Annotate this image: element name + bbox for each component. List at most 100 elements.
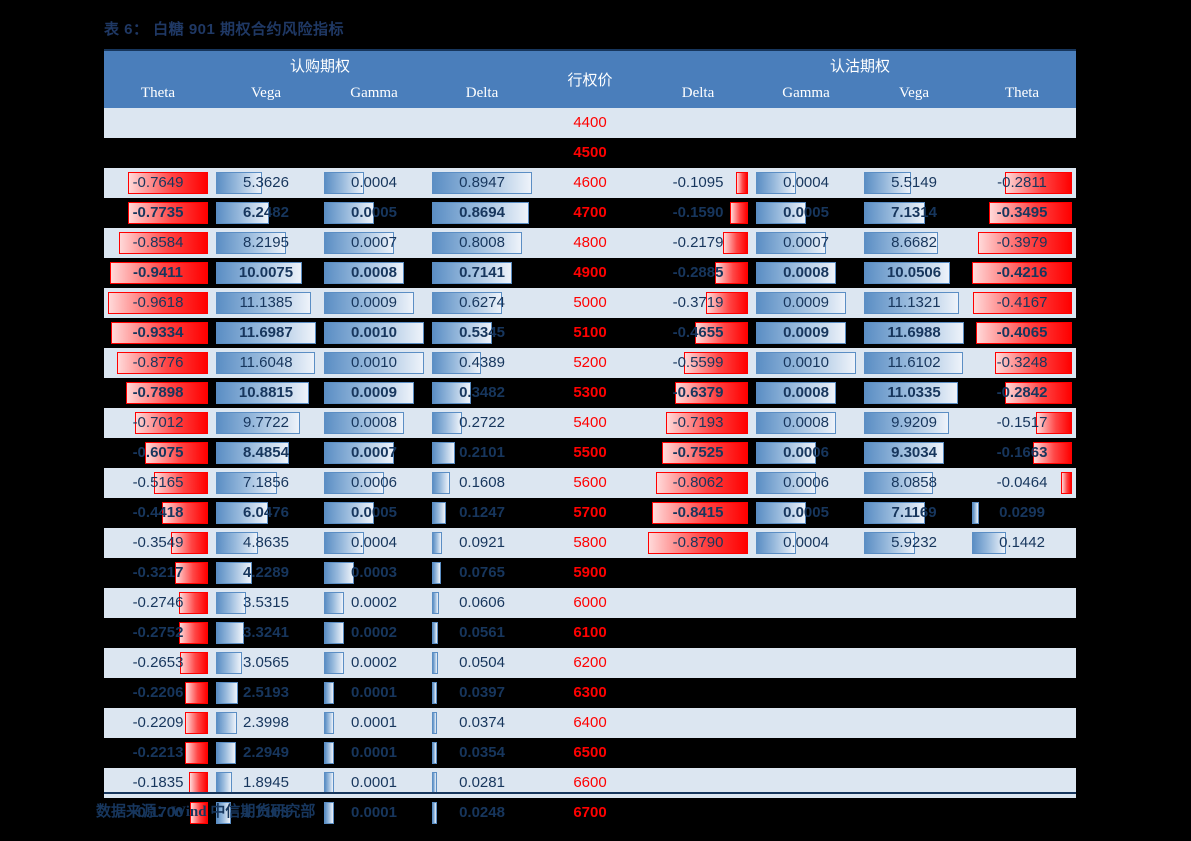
cell-value: 6.0476 [243,504,289,521]
cell-call-vega: 2.5193 [212,678,320,708]
cell-call-vega: 6.2482 [212,198,320,228]
cell-put-vega: 10.0506 [860,258,969,288]
strike-value: 5400 [573,414,607,431]
cell-strike: 5300 [536,378,645,408]
cell-value: 0.0504 [459,654,505,671]
cell-value: -0.0464 [996,474,1048,491]
cell-put-theta [968,138,1077,168]
cell-value [644,678,752,708]
cell-value [860,108,968,138]
cell-value [752,648,860,678]
cell-put-vega: 8.0858 [860,468,969,498]
cell-value: -0.6379 [672,384,724,401]
cell-value [860,798,968,828]
cell-value [644,558,752,588]
strike-value: 5600 [573,474,607,491]
cell-put-gamma: 0.0009 [752,318,861,348]
cell-call-theta: -0.9618 [104,288,212,318]
cell-value: -0.2206 [132,684,184,701]
cell-put-theta [968,738,1077,768]
cell-put-delta: -0.1590 [644,198,753,228]
cell-value: 0.2722 [459,414,505,431]
cell-value: 11.0335 [887,384,941,401]
cell-call-theta: -0.9334 [104,318,212,348]
cell-put-delta: -0.8790 [644,528,753,558]
table-row: -0.9411 10.0075 0.0008 0.7141 4900 -0.2885 0.0… [104,258,1077,288]
cell-value [860,618,968,648]
cell-call-gamma: 0.0008 [320,408,428,438]
table-row: -0.3549 4.8635 0.0004 0.0921 5800 -0.8790 0.00… [104,528,1077,558]
cell-value: 0.0002 [351,624,397,641]
cell-value: 0.0009 [351,294,397,311]
cell-call-vega: 2.3998 [212,708,320,738]
cell-strike: 4900 [536,258,645,288]
cell-value [860,588,968,618]
cell-value: 0.0010 [783,354,829,371]
cell-call-delta: 0.0248 [428,798,537,828]
cell-put-delta: -0.6379 [644,378,753,408]
cell-call-theta: -0.6075 [104,438,212,468]
cell-strike: 5800 [536,528,645,558]
header-call-vega: Vega [212,79,320,108]
cell-call-vega: 6.0476 [212,498,320,528]
cell-value: -0.7012 [132,414,184,431]
cell-value: -0.7649 [132,174,184,191]
cell-put-delta: -0.3719 [644,288,753,318]
cell-put-delta [644,708,753,738]
cell-value: -0.7735 [132,204,184,221]
table-body: 4400 4500 -0.7649 5.3626 0.0004 0.8947 4600 -0.… [104,108,1077,828]
cell-value: 0.0010 [351,324,397,341]
cell-put-gamma [752,138,861,168]
figure-title: 表 6： 白糖 901 期权合约风险指标 [104,21,345,38]
cell-value: 0.0008 [783,384,829,401]
cell-value [644,708,752,738]
cell-value: 3.3241 [243,624,289,641]
cell-value: -0.2811 [997,174,1047,191]
cell-call-theta: -0.2746 [104,588,212,618]
cell-value [644,738,752,768]
cell-put-theta [968,678,1077,708]
cell-put-delta [644,678,753,708]
strike-value: 4400 [573,114,607,131]
cell-value: -0.4065 [996,324,1048,341]
cell-put-theta: -0.3979 [968,228,1077,258]
cell-call-theta: -0.2209 [104,708,212,738]
cell-value: 0.0606 [459,594,505,611]
cell-value: 8.0858 [891,474,937,491]
cell-put-delta [644,648,753,678]
cell-put-vega [860,738,969,768]
cell-value: 6.2482 [243,204,289,221]
cell-put-vega [860,108,969,138]
strike-value: 5500 [573,444,607,461]
cell-put-vega: 8.6682 [860,228,969,258]
cell-value: -0.4167 [996,294,1048,311]
cell-value [968,588,1076,618]
cell-call-theta: -0.2752 [104,618,212,648]
cell-value: -0.8584 [132,234,184,251]
cell-strike: 5200 [536,348,645,378]
cell-call-theta: -0.9411 [104,258,212,288]
strike-value: 4800 [573,234,607,251]
cell-call-delta: 0.8008 [428,228,537,258]
cell-call-theta: -0.3549 [104,528,212,558]
cell-value: 0.0001 [351,804,397,821]
cell-value: 10.0075 [238,264,294,281]
cell-value: 0.0004 [351,174,397,191]
cell-value: -0.2209 [132,714,184,731]
cell-put-theta [968,618,1077,648]
cell-put-theta: -0.3495 [968,198,1077,228]
cell-call-vega: 2.2949 [212,738,320,768]
cell-value: 9.9209 [891,414,937,431]
strike-value: 5800 [573,534,607,551]
cell-value [968,678,1076,708]
cell-put-gamma: 0.0004 [752,528,861,558]
cell-strike: 4800 [536,228,645,258]
cell-value: 0.1442 [999,534,1045,551]
cell-strike: 6700 [536,798,645,828]
cell-put-theta: -0.0464 [968,468,1077,498]
cell-call-theta: -0.8584 [104,228,212,258]
strike-value: 6700 [573,804,607,821]
cell-value: -0.2842 [996,384,1048,401]
cell-put-vega [860,678,969,708]
cell-call-delta: 0.4389 [428,348,537,378]
